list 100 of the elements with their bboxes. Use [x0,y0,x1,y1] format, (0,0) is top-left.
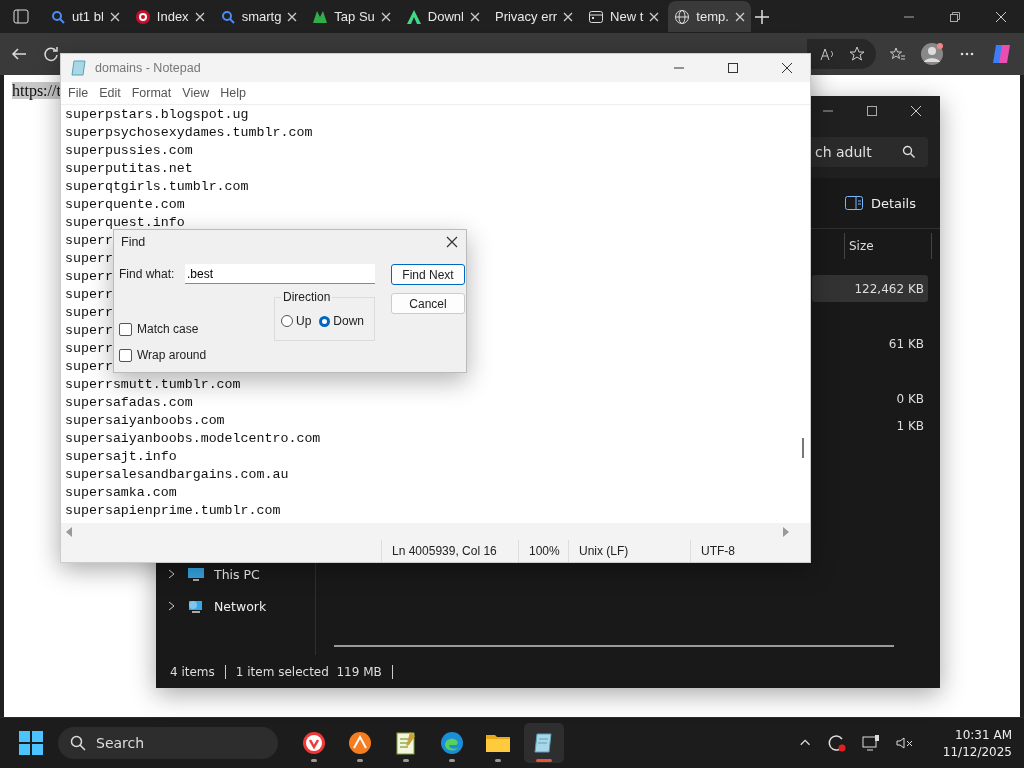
text-line: superqtgirls.tumblr.com [65,178,249,196]
nav-item[interactable]: This PC [156,563,315,585]
status-text: UTF-8 [690,540,810,562]
taskbar-search[interactable]: Search [58,727,278,759]
text-line: superr [65,268,113,286]
search-field[interactable]: ch adult [811,137,928,167]
star-icon[interactable] [848,46,866,62]
search-icon [219,8,236,25]
search-placeholder: Search [96,735,145,751]
text-line: superpsychosexydames.tumblr.com [65,124,313,142]
text-line: supersajt.info [65,448,177,466]
text-line: superr [65,250,113,268]
dialog-button[interactable]: Cancel [391,293,465,314]
close-icon[interactable] [446,236,458,248]
menu-item[interactable]: File [65,86,97,100]
vivaldi-icon[interactable] [302,731,326,755]
window-title: domains - Notepad [95,61,202,75]
network-icon [186,598,204,614]
status-text: 100% [518,540,568,562]
find-field[interactable]: .best [185,264,375,284]
status-text: Ln 4005939, Col 16 [381,540,518,562]
scroll-thumb[interactable] [802,438,804,458]
nav-item[interactable]: Network [156,595,315,617]
text-line: supersalesandbargains.com.au [65,466,289,484]
browser-tab[interactable]: Downl [399,1,486,32]
start-icon[interactable] [18,730,44,756]
text-line: superr [65,340,113,358]
field-label: Find what: [119,267,176,281]
edge-icon[interactable] [440,731,464,755]
calendar-icon [588,8,605,25]
browser-tab[interactable]: Tap Su [306,1,397,32]
status-text: Unix (LF) [568,540,690,562]
new-tab-icon[interactable] [753,8,770,25]
browser-tab[interactable]: Privacy err [488,1,580,32]
text-line: superrsmutt.tumblr.com [65,376,241,394]
details-pane-icon [844,196,863,210]
back-icon[interactable] [10,46,28,62]
text-line: supersaiyanboobs.com [65,412,225,430]
file-row[interactable]: 0 KB [812,385,928,412]
dialog-button[interactable]: Find Next [391,264,465,285]
text-line: superputitas.net [65,160,193,178]
radio-button[interactable]: Down [319,314,365,328]
dialog-title: Find [121,235,146,249]
browser-tab[interactable]: ut1 bl [44,1,126,32]
file-row[interactable]: 1 KB [812,412,928,439]
text-line: superr [65,286,113,304]
clock-date: 11/12/2025 [942,744,1012,759]
text-line: superquest.info [65,214,185,232]
app-icon[interactable] [348,731,372,755]
text-line: supersapienprime.tumblr.com [65,502,281,520]
file-row[interactable]: 61 KB [812,330,928,357]
monitor-icon[interactable] [860,733,881,753]
status-text: 1 item selected 119 MB [235,664,382,679]
file-row[interactable]: 122,462 KB [812,275,928,302]
text-line: superquente.com [65,196,185,214]
checkbox[interactable]: Match case [119,322,274,336]
text-line: superpstars.blogspot.ug [65,106,249,124]
status-text: 4 items [170,664,215,679]
text-line: superpussies.com [65,142,193,160]
browser-tab[interactable]: smartg [213,1,304,32]
monitor-icon [186,566,204,582]
favorites-icon[interactable] [888,46,906,62]
text-line: supersafadas.com [65,394,193,412]
search-icon [902,145,916,159]
browser-tab[interactable]: temp. [668,1,751,32]
notepadpp-icon[interactable] [395,730,417,756]
folder-icon[interactable] [485,732,511,754]
browser-tab[interactable]: Index [128,1,211,32]
globe-icon [674,8,691,25]
scroll-right-icon[interactable] [782,526,790,537]
profile-icon[interactable] [920,42,944,66]
text-line: supersamka.com [65,484,177,502]
scroll-left-icon[interactable] [65,526,73,537]
menu-item[interactable]: View [179,86,218,100]
text-line: superr [65,304,113,322]
text-line: supersaiyanboobs.modelcentro.com [65,430,321,448]
clock-time: 10:31 AM [955,727,1012,742]
search-icon [70,735,86,751]
menu-item[interactable]: Help [217,86,254,100]
chevron-right-icon[interactable] [168,569,176,579]
page-text: https://t [12,82,61,99]
scrollbar[interactable] [334,645,894,647]
browser-tab[interactable]: New t [582,1,666,32]
details-button[interactable]: Details [840,191,920,215]
menu-item[interactable]: Format [128,86,180,100]
chevron-right-icon[interactable] [168,601,176,611]
checkbox[interactable]: Wrap around [119,348,274,362]
taskbar-app[interactable] [524,723,564,763]
group-title: Direction [281,290,333,304]
radio-button[interactable]: Up [281,314,312,328]
target-icon [134,8,151,25]
sync-icon[interactable] [826,733,847,753]
text-line: superr [65,322,113,340]
menu-item[interactable]: Edit [96,86,129,100]
address-bar[interactable] [807,39,876,69]
text-line: superr [65,358,113,376]
read-aloud-icon[interactable] [818,46,836,62]
peak-icon [405,8,422,25]
column-header[interactable]: Size [844,233,932,259]
reload-icon[interactable] [42,46,60,62]
